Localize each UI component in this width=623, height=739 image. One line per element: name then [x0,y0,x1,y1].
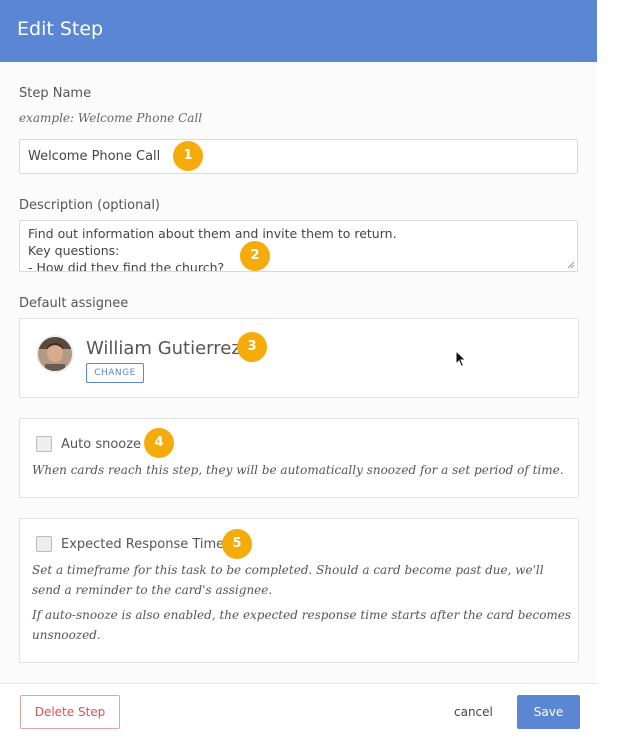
user-photo-icon [38,337,72,371]
step-name-value: Welcome Phone Call [28,149,161,164]
modal-title: Edit Step [17,18,104,40]
badge-1: 1 [173,141,203,171]
delete-step-button[interactable]: Delete Step [20,695,120,729]
step-name-label: Step Name [19,86,92,101]
modal-header: Edit Step [0,0,597,62]
expected-response-card: Expected Response Time Set a timeframe f… [19,518,579,663]
expected-response-note-2: If auto-snooze is also enabled, the expe… [32,608,572,642]
step-name-hint: example: Welcome Phone Call [19,111,203,125]
resize-handle-icon[interactable] [567,261,575,269]
badge-5: 5 [222,529,252,559]
mouse-cursor-icon [455,350,467,368]
description-line: - How did they find the church? [28,260,225,272]
avatar [36,335,74,373]
badge-3: 3 [237,332,267,362]
description-line: Key questions: [28,243,120,258]
badge-4: 4 [144,428,174,458]
cancel-button[interactable]: cancel [454,705,493,719]
badge-2: 2 [240,241,270,271]
auto-snooze-label: Auto snooze [61,437,142,452]
expected-response-checkbox[interactable] [36,536,52,552]
auto-snooze-note: When cards reach this step, they will be… [32,463,564,477]
description-line: Find out information about them and invi… [28,226,397,241]
assignee-card: William Gutierrez CHANGE [19,318,579,398]
step-name-input[interactable]: Welcome Phone Call [19,139,578,174]
expected-response-note: Set a timeframe for this task to be comp… [32,563,544,597]
assignee-name: William Gutierrez [86,338,241,359]
edit-step-modal: Edit Step Step Name example: Welcome Pho… [0,0,597,739]
auto-snooze-checkbox[interactable] [36,436,52,452]
expected-response-label: Expected Response Time [61,537,225,552]
assignee-label: Default assignee [19,296,129,311]
change-assignee-button[interactable]: CHANGE [86,363,144,383]
save-button[interactable]: Save [517,695,580,729]
description-label: Description (optional) [19,198,161,213]
modal-footer: Delete Step cancel Save [0,683,597,739]
auto-snooze-card: Auto snooze When cards reach this step, … [19,418,579,498]
description-textarea[interactable]: Find out information about them and invi… [19,220,578,272]
